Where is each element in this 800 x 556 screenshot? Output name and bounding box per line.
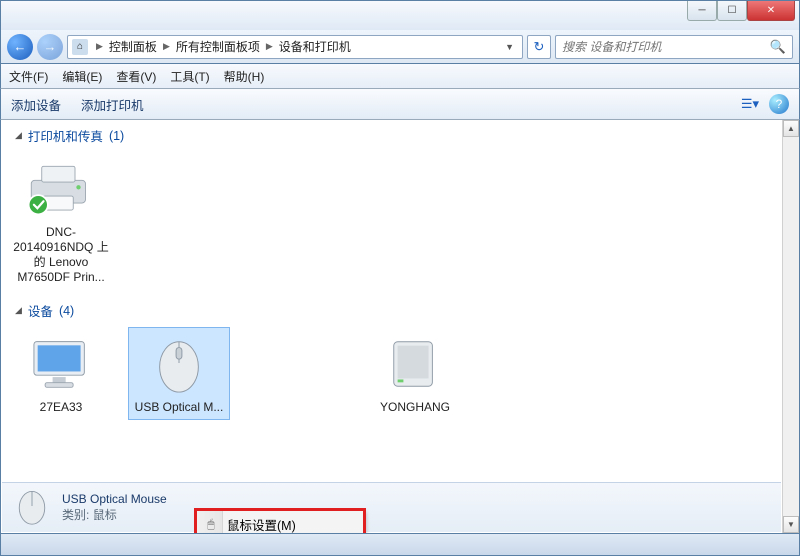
menu-help[interactable]: 帮助(H) xyxy=(224,68,265,85)
context-menu-label: 鼠标设置(M) xyxy=(227,515,296,534)
device-item-printer[interactable]: DNC-20140916NDQ 上的 Lenovo M7650DF Prin..… xyxy=(11,153,111,289)
chevron-right-icon: ▶ xyxy=(161,41,172,52)
group-count: (1) xyxy=(109,129,124,143)
device-item-monitor[interactable]: 27EA33 xyxy=(11,328,111,419)
arrow-right-icon: → xyxy=(44,39,57,54)
group-count: (4) xyxy=(59,304,74,318)
breadcrumb-item[interactable]: 所有控制面板项 xyxy=(172,38,264,55)
context-menu-item-mouse-settings[interactable]: 🖱 鼠标设置(M) xyxy=(197,511,363,534)
mouse-icon xyxy=(12,486,52,529)
scroll-down-button[interactable]: ▼ xyxy=(783,516,799,533)
arrow-left-icon: ← xyxy=(14,39,27,54)
command-bar: 添加设备 添加打印机 ☰▾ ? xyxy=(0,88,800,120)
group-header-printers[interactable]: ◢ 打印机和传真 (1) xyxy=(1,120,799,147)
menu-edit[interactable]: 编辑(E) xyxy=(62,68,102,85)
details-category-value: 鼠标 xyxy=(93,508,117,522)
details-pane: USB Optical Mouse 类别: 鼠标 xyxy=(2,482,781,532)
view-options-button[interactable]: ☰▾ xyxy=(739,93,761,115)
search-box[interactable]: 🔍 xyxy=(555,35,793,59)
menu-tools[interactable]: 工具(T) xyxy=(170,68,209,85)
scroll-up-button[interactable]: ▲ xyxy=(783,120,799,137)
close-button[interactable]: ✕ xyxy=(747,1,795,21)
menu-bar: 文件(F) 编辑(E) 查看(V) 工具(T) 帮助(H) xyxy=(0,64,800,88)
breadcrumb[interactable]: ⌂ ▶ 控制面板 ▶ 所有控制面板项 ▶ 设备和打印机 ▼ xyxy=(67,35,523,59)
chevron-right-icon: ▶ xyxy=(264,41,275,52)
content-pane: ◢ 打印机和传真 (1) DNC-20140916NDQ 上的 Lenovo M… xyxy=(0,120,800,534)
add-device-button[interactable]: 添加设备 xyxy=(11,95,61,114)
window-titlebar: ─ ☐ ✕ xyxy=(0,0,800,30)
device-label: YONGHANG xyxy=(365,400,465,419)
device-label: DNC-20140916NDQ 上的 Lenovo M7650DF Prin..… xyxy=(11,225,111,289)
refresh-icon: ↻ xyxy=(534,39,545,55)
group-title: 打印机和传真 xyxy=(28,126,103,145)
navigation-bar: ← → ⌂ ▶ 控制面板 ▶ 所有控制面板项 ▶ 设备和打印机 ▼ ↻ 🔍 xyxy=(0,30,800,64)
help-button[interactable]: ? xyxy=(769,94,789,114)
external-drive-icon xyxy=(379,332,451,396)
chevron-right-icon: ▶ xyxy=(94,41,105,52)
forward-button[interactable]: → xyxy=(37,34,63,60)
breadcrumb-item[interactable]: 设备和打印机 xyxy=(275,38,355,55)
collapse-icon: ◢ xyxy=(15,305,22,316)
vertical-scrollbar[interactable]: ▲ ▼ xyxy=(782,120,799,533)
search-icon: 🔍 xyxy=(770,39,786,55)
details-title: USB Optical Mouse xyxy=(62,492,167,506)
device-label: USB Optical M... xyxy=(129,400,229,419)
device-item-drive[interactable]: YONGHANG xyxy=(365,328,465,419)
context-menu: 🖱 鼠标设置(M) 创建快捷方式(S) 疑难解答(T) 属性(R) xyxy=(196,510,364,534)
details-category-label: 类别: xyxy=(62,508,89,522)
menu-view[interactable]: 查看(V) xyxy=(116,68,156,85)
group-header-devices[interactable]: ◢ 设备 (4) xyxy=(1,295,799,322)
add-printer-button[interactable]: 添加打印机 xyxy=(81,95,144,114)
monitor-icon xyxy=(25,332,97,396)
window-bottom-frame xyxy=(0,534,800,556)
menu-file[interactable]: 文件(F) xyxy=(9,68,48,85)
view-icon: ☰▾ xyxy=(741,96,759,112)
group-title: 设备 xyxy=(28,301,53,320)
printer-icon xyxy=(25,157,97,221)
device-label: 27EA33 xyxy=(11,400,111,419)
back-button[interactable]: ← xyxy=(7,34,33,60)
refresh-button[interactable]: ↻ xyxy=(527,35,551,59)
breadcrumb-dropdown-icon[interactable]: ▼ xyxy=(501,42,518,52)
search-input[interactable] xyxy=(562,40,770,54)
collapse-icon: ◢ xyxy=(15,130,22,141)
maximize-button[interactable]: ☐ xyxy=(717,1,747,21)
device-item-mouse[interactable]: USB Optical M... xyxy=(129,328,229,419)
location-icon: ⌂ xyxy=(72,39,88,55)
help-icon: ? xyxy=(776,97,783,111)
mouse-icon xyxy=(143,332,215,396)
mouse-small-icon: 🖱 xyxy=(201,517,221,532)
minimize-button[interactable]: ─ xyxy=(687,1,717,21)
breadcrumb-item[interactable]: 控制面板 xyxy=(105,38,161,55)
